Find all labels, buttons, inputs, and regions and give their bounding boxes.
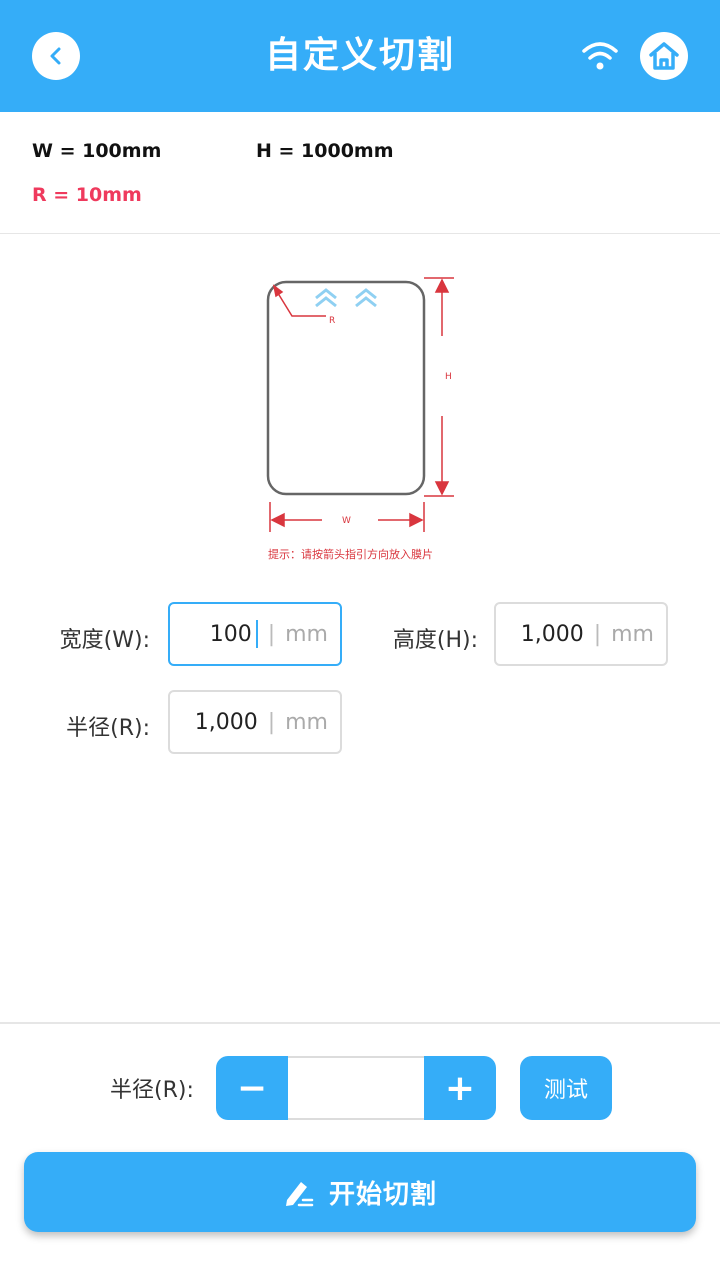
summary-radius: R = 10mm (32, 184, 142, 206)
summary-height: H = 1000mm (256, 140, 394, 162)
increment-button[interactable]: + (424, 1056, 496, 1120)
home-button[interactable] (640, 32, 688, 80)
diagram-label-r: R (329, 316, 335, 326)
radius-label: 半径(R): (66, 716, 150, 741)
width-unit: mm (285, 621, 328, 647)
height-label: 高度(H): (392, 628, 478, 653)
header-bar: 自定义切割 (0, 0, 720, 112)
text-caret (255, 620, 258, 648)
feed-direction-arrows-icon (315, 288, 377, 308)
width-label: 宽度(W): (59, 628, 150, 653)
unit-separator: | (267, 621, 276, 647)
radius-stepper: − + (216, 1056, 496, 1120)
dimension-summary: W = 100mm H = 1000mm R = 10mm (0, 112, 720, 234)
wifi-icon (582, 42, 618, 70)
radius-unit: mm (285, 709, 328, 735)
back-button[interactable] (32, 32, 80, 80)
diagram-hint: 提示：请按箭头指引方向放入膜片 (268, 547, 433, 561)
start-cut-label: 开始切割 (328, 1179, 437, 1210)
diagram-label-w: W (342, 516, 351, 526)
diagram-label-h: H (445, 372, 452, 382)
cut-diagram: R H W 提示：请按箭头指引方向放入膜片 (266, 277, 454, 561)
height-value: 1,000 (520, 621, 584, 647)
test-button[interactable]: 测试 (520, 1056, 612, 1120)
radius-value: 1,000 (194, 709, 258, 735)
height-unit: mm (611, 621, 654, 647)
height-input[interactable]: 1,000 | mm (494, 602, 668, 666)
height-dimension (424, 277, 454, 497)
chevron-left-icon (50, 47, 61, 65)
stepper-input[interactable] (288, 1056, 424, 1120)
unit-separator: | (593, 621, 602, 647)
summary-width: W = 100mm (32, 140, 162, 162)
stepper-label: 半径(R): (110, 1078, 194, 1103)
edit-pen-icon (285, 1182, 314, 1207)
decrement-button[interactable]: − (216, 1056, 288, 1120)
divider (0, 1022, 720, 1024)
width-value: 100 (209, 621, 252, 647)
home-icon (649, 42, 679, 70)
unit-separator: | (267, 709, 276, 735)
radius-indicator (272, 284, 326, 317)
radius-input[interactable]: 1,000 | mm (168, 690, 342, 754)
width-input[interactable]: 100 | mm (168, 602, 342, 666)
start-cut-button[interactable]: 开始切割 (24, 1152, 696, 1232)
